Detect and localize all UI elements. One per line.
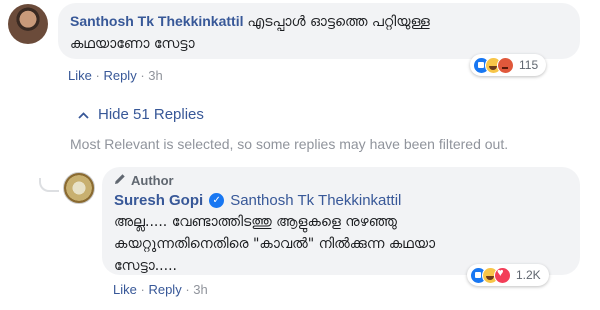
author-badge-label: Author bbox=[131, 173, 174, 188]
filter-notice: Most Relevant is selected, so some repli… bbox=[70, 136, 509, 152]
avatar[interactable] bbox=[8, 4, 48, 44]
like-button[interactable]: Like bbox=[68, 68, 92, 83]
hide-replies-label: Hide 51 Replies bbox=[98, 106, 204, 123]
reply-text-line3: സേട്ടാ..... bbox=[114, 258, 177, 274]
hide-replies-button[interactable]: Hide 51 Replies bbox=[78, 106, 204, 123]
reply-timestamp[interactable]: 3h bbox=[193, 282, 207, 297]
thread-connector bbox=[39, 178, 59, 192]
separator: · bbox=[95, 68, 100, 83]
reply-button[interactable]: Reply bbox=[148, 282, 181, 297]
reaction-count: 1.2K bbox=[516, 268, 541, 282]
chevron-up-icon bbox=[78, 107, 89, 122]
pen-icon bbox=[114, 173, 126, 188]
reply-reactions-summary[interactable]: 1.2K bbox=[467, 264, 549, 286]
angry-icon bbox=[497, 56, 514, 74]
comment-body: Santhosh Tk Thekkinkattil എടപ്പാൾ ഓട്ടത്… bbox=[70, 11, 570, 55]
verified-badge-icon: ✓ bbox=[209, 193, 225, 208]
reply-text-line2: കയറ്റുന്നതിനെതിരെ "കാവൽ" നിൽക്കുന്ന കഥയാ bbox=[114, 236, 436, 252]
reply-header: Suresh Gopi ✓ Santhosh Tk Thekkinkattil bbox=[114, 192, 401, 209]
reply-button[interactable]: Reply bbox=[103, 68, 136, 83]
comment-text-line2: കഥയാണോ സേട്ടാ bbox=[70, 36, 195, 52]
love-icon bbox=[494, 266, 511, 284]
mention-link[interactable]: Santhosh Tk Thekkinkattil bbox=[230, 192, 401, 209]
reactions-summary[interactable]: 115 bbox=[470, 54, 547, 76]
reply-author-link[interactable]: Suresh Gopi bbox=[114, 192, 203, 209]
author-badge: Author bbox=[114, 173, 174, 188]
comment-actions: Like · Reply · 3h bbox=[68, 68, 163, 83]
reply-actions: Like · Reply · 3h bbox=[113, 282, 208, 297]
reply-avatar[interactable] bbox=[63, 172, 95, 204]
comment-text-line1: എടപ്പാൾ ഓട്ടത്തെ പറ്റിയുള്ള bbox=[247, 14, 430, 30]
separator: · bbox=[140, 282, 145, 297]
reply-text-line1: അല്ല..... വേണ്ടാത്തിടത്തു ആളുകളെ നുഴഞ്ഞു bbox=[114, 214, 397, 230]
separator: · bbox=[140, 68, 145, 83]
comment-author-link[interactable]: Santhosh Tk Thekkinkattil bbox=[70, 13, 243, 29]
like-button[interactable]: Like bbox=[113, 282, 137, 297]
comment-timestamp[interactable]: 3h bbox=[148, 68, 162, 83]
reaction-count: 115 bbox=[519, 58, 539, 72]
separator: · bbox=[185, 282, 190, 297]
